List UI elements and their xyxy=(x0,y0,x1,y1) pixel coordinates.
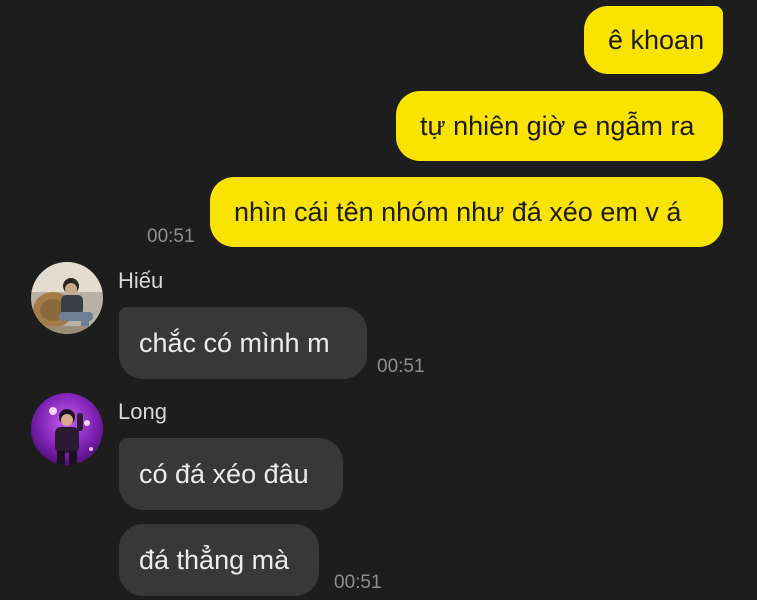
message-timestamp: 00:51 xyxy=(147,226,195,247)
sender-name: Hiếu xyxy=(118,268,164,293)
message-text: đá thẳng mà xyxy=(139,544,290,575)
user-photo-hieu-icon xyxy=(31,262,103,334)
message-timestamp: 00:51 xyxy=(377,356,425,377)
outgoing-message-bubble[interactable]: ê khoan xyxy=(584,6,723,74)
avatar[interactable] xyxy=(31,262,103,334)
user-photo-long-icon xyxy=(31,393,103,465)
avatar[interactable] xyxy=(31,393,103,465)
chat-message-list: ê khoan tự nhiên giờ e ngẫm ra nhìn cái … xyxy=(0,0,757,600)
message-text: chắc có mình m xyxy=(139,327,330,358)
sender-name: Long xyxy=(118,399,167,424)
message-text: tự nhiên giờ e ngẫm ra xyxy=(420,110,695,141)
incoming-message-bubble[interactable]: có đá xéo đâu xyxy=(119,438,343,510)
outgoing-message-bubble[interactable]: nhìn cái tên nhóm như đá xéo em v á xyxy=(210,177,723,247)
message-text: ê khoan xyxy=(608,24,705,55)
incoming-message-bubble[interactable]: chắc có mình m xyxy=(119,307,367,379)
outgoing-message-bubble[interactable]: tự nhiên giờ e ngẫm ra xyxy=(396,91,723,161)
message-timestamp: 00:51 xyxy=(334,572,382,593)
message-text: nhìn cái tên nhóm như đá xéo em v á xyxy=(234,196,682,227)
message-text: có đá xéo đâu xyxy=(139,458,309,489)
incoming-message-bubble[interactable]: đá thẳng mà xyxy=(119,524,319,596)
